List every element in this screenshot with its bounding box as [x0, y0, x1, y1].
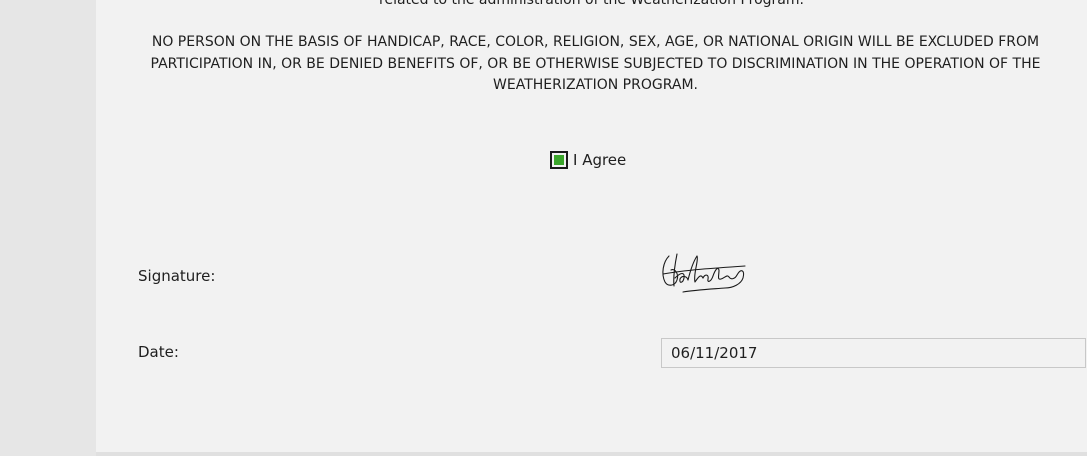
- handwritten-signature-icon: [662, 253, 746, 293]
- checkbox-checked-indicator: [554, 155, 564, 165]
- agree-checkbox[interactable]: [550, 151, 568, 169]
- nondiscrimination-notice: NO PERSON ON THE BASIS OF HANDICAP, RACE…: [150, 34, 1041, 93]
- signature-pad[interactable]: [655, 248, 755, 300]
- agree-label: I Agree: [573, 151, 627, 169]
- panel-bottom-border: [96, 452, 1087, 456]
- date-input[interactable]: [661, 338, 1086, 368]
- left-gutter: [0, 0, 96, 456]
- signature-label: Signature:: [138, 267, 216, 285]
- date-label: Date:: [138, 343, 179, 361]
- agree-row[interactable]: I Agree: [550, 149, 626, 171]
- clipped-document-text: related to the administration of the Wea…: [379, 0, 804, 8]
